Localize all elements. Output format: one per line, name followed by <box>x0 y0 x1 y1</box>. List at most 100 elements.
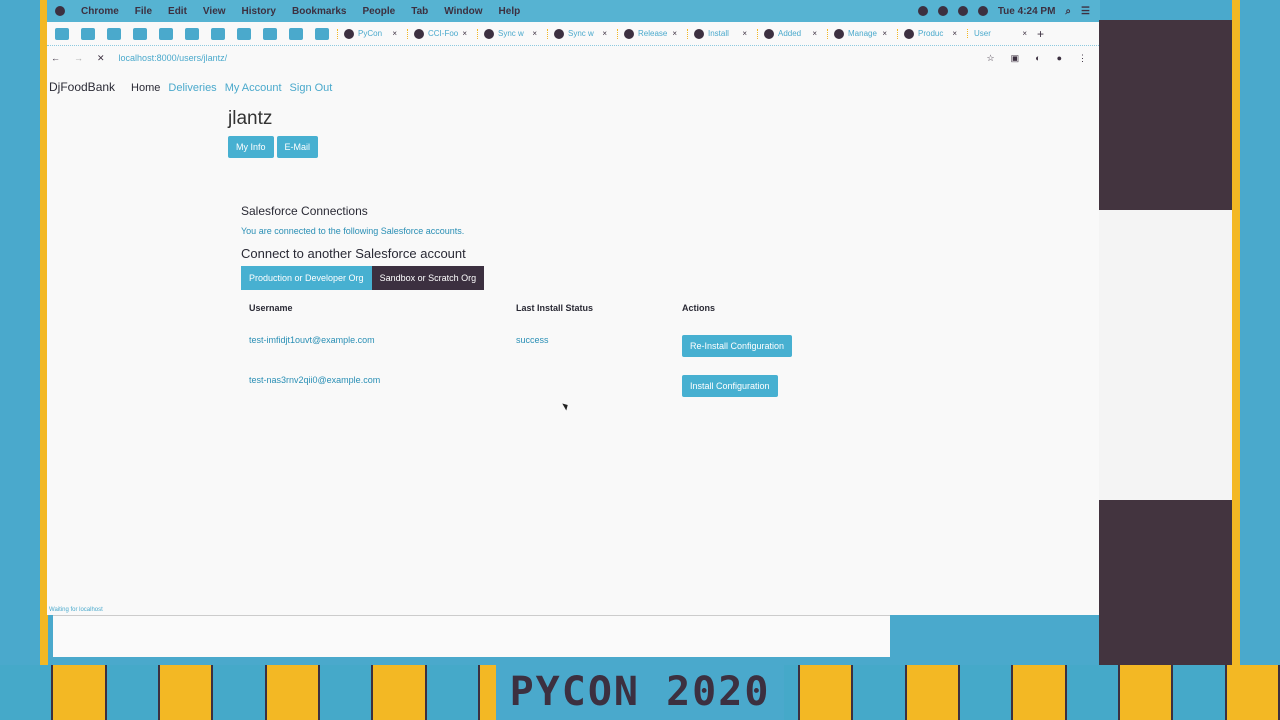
url-input[interactable]: localhost:8000/users/jlantz/ <box>119 53 228 63</box>
menu-chrome[interactable]: Chrome <box>81 6 119 17</box>
close-icon[interactable]: × <box>602 29 607 38</box>
nav-my-account[interactable]: My Account <box>225 82 282 94</box>
globe-icon <box>904 28 914 39</box>
close-icon[interactable]: × <box>882 29 887 38</box>
menu-view[interactable]: View <box>203 6 226 17</box>
status-bar: Waiting for localhost <box>49 607 103 613</box>
section-heading: Salesforce Connections <box>241 204 368 218</box>
status-cell <box>508 367 674 407</box>
pinned-tab[interactable] <box>159 27 173 40</box>
status-icon[interactable] <box>917 6 928 16</box>
github-icon <box>764 28 774 39</box>
menu-people[interactable]: People <box>362 6 395 17</box>
tab-label: User <box>974 29 991 38</box>
intro-text: You are connected to the following Sales… <box>241 226 465 236</box>
apple-icon[interactable] <box>55 6 65 16</box>
menu-help[interactable]: Help <box>499 6 521 17</box>
pinned-tab[interactable] <box>315 27 329 40</box>
tab-label: Install <box>708 29 729 38</box>
tab[interactable]: Manage × <box>827 28 893 39</box>
status-cell: success <box>516 335 549 345</box>
forward-icon[interactable]: → <box>74 53 83 63</box>
column-header: Username <box>249 303 293 313</box>
sandbox-org-button[interactable]: Sandbox or Scratch Org <box>371 266 485 290</box>
battery-icon[interactable] <box>977 6 988 16</box>
pinned-tab[interactable] <box>107 27 121 40</box>
pinned-tab[interactable] <box>81 27 95 40</box>
tab-active[interactable]: User × <box>967 29 1033 38</box>
new-tab-button[interactable]: + <box>1037 27 1044 41</box>
tab[interactable]: Release × <box>617 28 683 39</box>
close-icon[interactable]: × <box>1022 29 1027 38</box>
menu-history[interactable]: History <box>242 6 276 17</box>
menu-edit[interactable]: Edit <box>168 6 187 17</box>
install-configuration-button[interactable]: Install Configuration <box>682 375 778 397</box>
clock[interactable]: Tue 4:24 PM <box>998 6 1056 17</box>
favicon-icon <box>344 28 354 39</box>
background-window <box>53 615 890 657</box>
reinstall-configuration-button[interactable]: Re-Install Configuration <box>682 335 793 357</box>
pinned-tab[interactable] <box>289 27 303 40</box>
tab-label: Release <box>638 29 668 38</box>
tab-label: Manage <box>848 29 877 38</box>
table-row: test-nas3rnv2qii0@example.com Install Co… <box>241 367 800 407</box>
pinned-tab[interactable] <box>185 27 199 40</box>
column-header: Last Install Status <box>516 303 594 313</box>
site-brand[interactable]: DjFoodBank <box>49 80 115 94</box>
close-icon[interactable]: × <box>672 29 677 38</box>
close-icon[interactable]: × <box>812 29 817 38</box>
tab[interactable]: Added × <box>757 28 823 39</box>
tab-strip: PyCon × CCI-Foo × Sync w × Sync w × Release ×… <box>47 22 1099 46</box>
username-cell: test-nas3rnv2qii0@example.com <box>249 375 381 385</box>
github-icon <box>624 28 634 39</box>
tab[interactable]: PyCon × <box>337 28 403 39</box>
favicon-icon <box>484 28 494 39</box>
status-icon[interactable] <box>937 6 948 16</box>
menu-file[interactable]: File <box>135 6 152 17</box>
address-bar-row: ← → ✕ localhost:8000/users/jlantz/ ☆ ▣ ◐… <box>47 46 1099 70</box>
back-icon[interactable]: ← <box>51 53 60 63</box>
tab[interactable]: Install × <box>687 28 753 39</box>
spotlight-search-icon[interactable]: ⌕ <box>1065 6 1071 17</box>
tab[interactable]: Sync w × <box>547 28 613 39</box>
close-icon[interactable]: × <box>742 29 747 38</box>
extension-icon[interactable]: ▣ <box>1011 53 1020 64</box>
nav-deliveries[interactable]: Deliveries <box>168 82 216 94</box>
close-icon[interactable]: × <box>952 29 957 38</box>
production-org-button[interactable]: Production or Developer Org <box>241 266 372 290</box>
pinned-tab[interactable] <box>263 27 277 40</box>
connect-heading: Connect to another Salesforce account <box>241 246 466 261</box>
email-button[interactable]: E-Mail <box>276 136 319 158</box>
pinned-tab[interactable] <box>237 27 251 40</box>
close-icon[interactable]: × <box>392 29 397 38</box>
nav-sign-out[interactable]: Sign Out <box>290 82 333 94</box>
tab[interactable]: CCI-Foo × <box>407 28 473 39</box>
bookmark-star-icon[interactable]: ☆ <box>987 53 995 64</box>
more-menu-icon[interactable]: ⋮ <box>1078 53 1087 64</box>
pinned-tab[interactable] <box>133 27 147 40</box>
menu-window[interactable]: Window <box>444 6 482 17</box>
pinned-tab[interactable] <box>55 27 69 40</box>
pycon-logo: PYCON 2020 <box>495 665 785 720</box>
menu-tab[interactable]: Tab <box>411 6 428 17</box>
org-type-buttons: Production or Developer Org Sandbox or S… <box>241 266 841 290</box>
folder-icon <box>834 28 844 39</box>
github-icon <box>414 28 424 39</box>
stop-icon[interactable]: ✕ <box>97 53 105 64</box>
table-row: test-imfidjt1ouvt@example.com success Re… <box>241 327 800 367</box>
wifi-icon[interactable] <box>957 6 968 16</box>
tab[interactable]: Sync w × <box>477 28 543 39</box>
close-icon[interactable]: × <box>532 29 537 38</box>
menu-list-icon[interactable]: ☰ <box>1081 6 1090 17</box>
close-icon[interactable]: × <box>462 29 467 38</box>
profile-avatar[interactable]: ● <box>1057 53 1062 64</box>
nav-home[interactable]: Home <box>131 82 160 94</box>
pinned-tab[interactable] <box>211 27 225 40</box>
tab-label: Sync w <box>568 29 594 38</box>
tab[interactable]: Produc × <box>897 28 963 39</box>
extension-icon[interactable]: ◐ <box>1035 53 1040 64</box>
connections-table: Username Last Install Status Actions tes… <box>241 298 800 407</box>
username-cell: test-imfidjt1ouvt@example.com <box>249 335 375 345</box>
my-info-button[interactable]: My Info <box>228 136 274 158</box>
menu-bookmarks[interactable]: Bookmarks <box>292 6 346 17</box>
